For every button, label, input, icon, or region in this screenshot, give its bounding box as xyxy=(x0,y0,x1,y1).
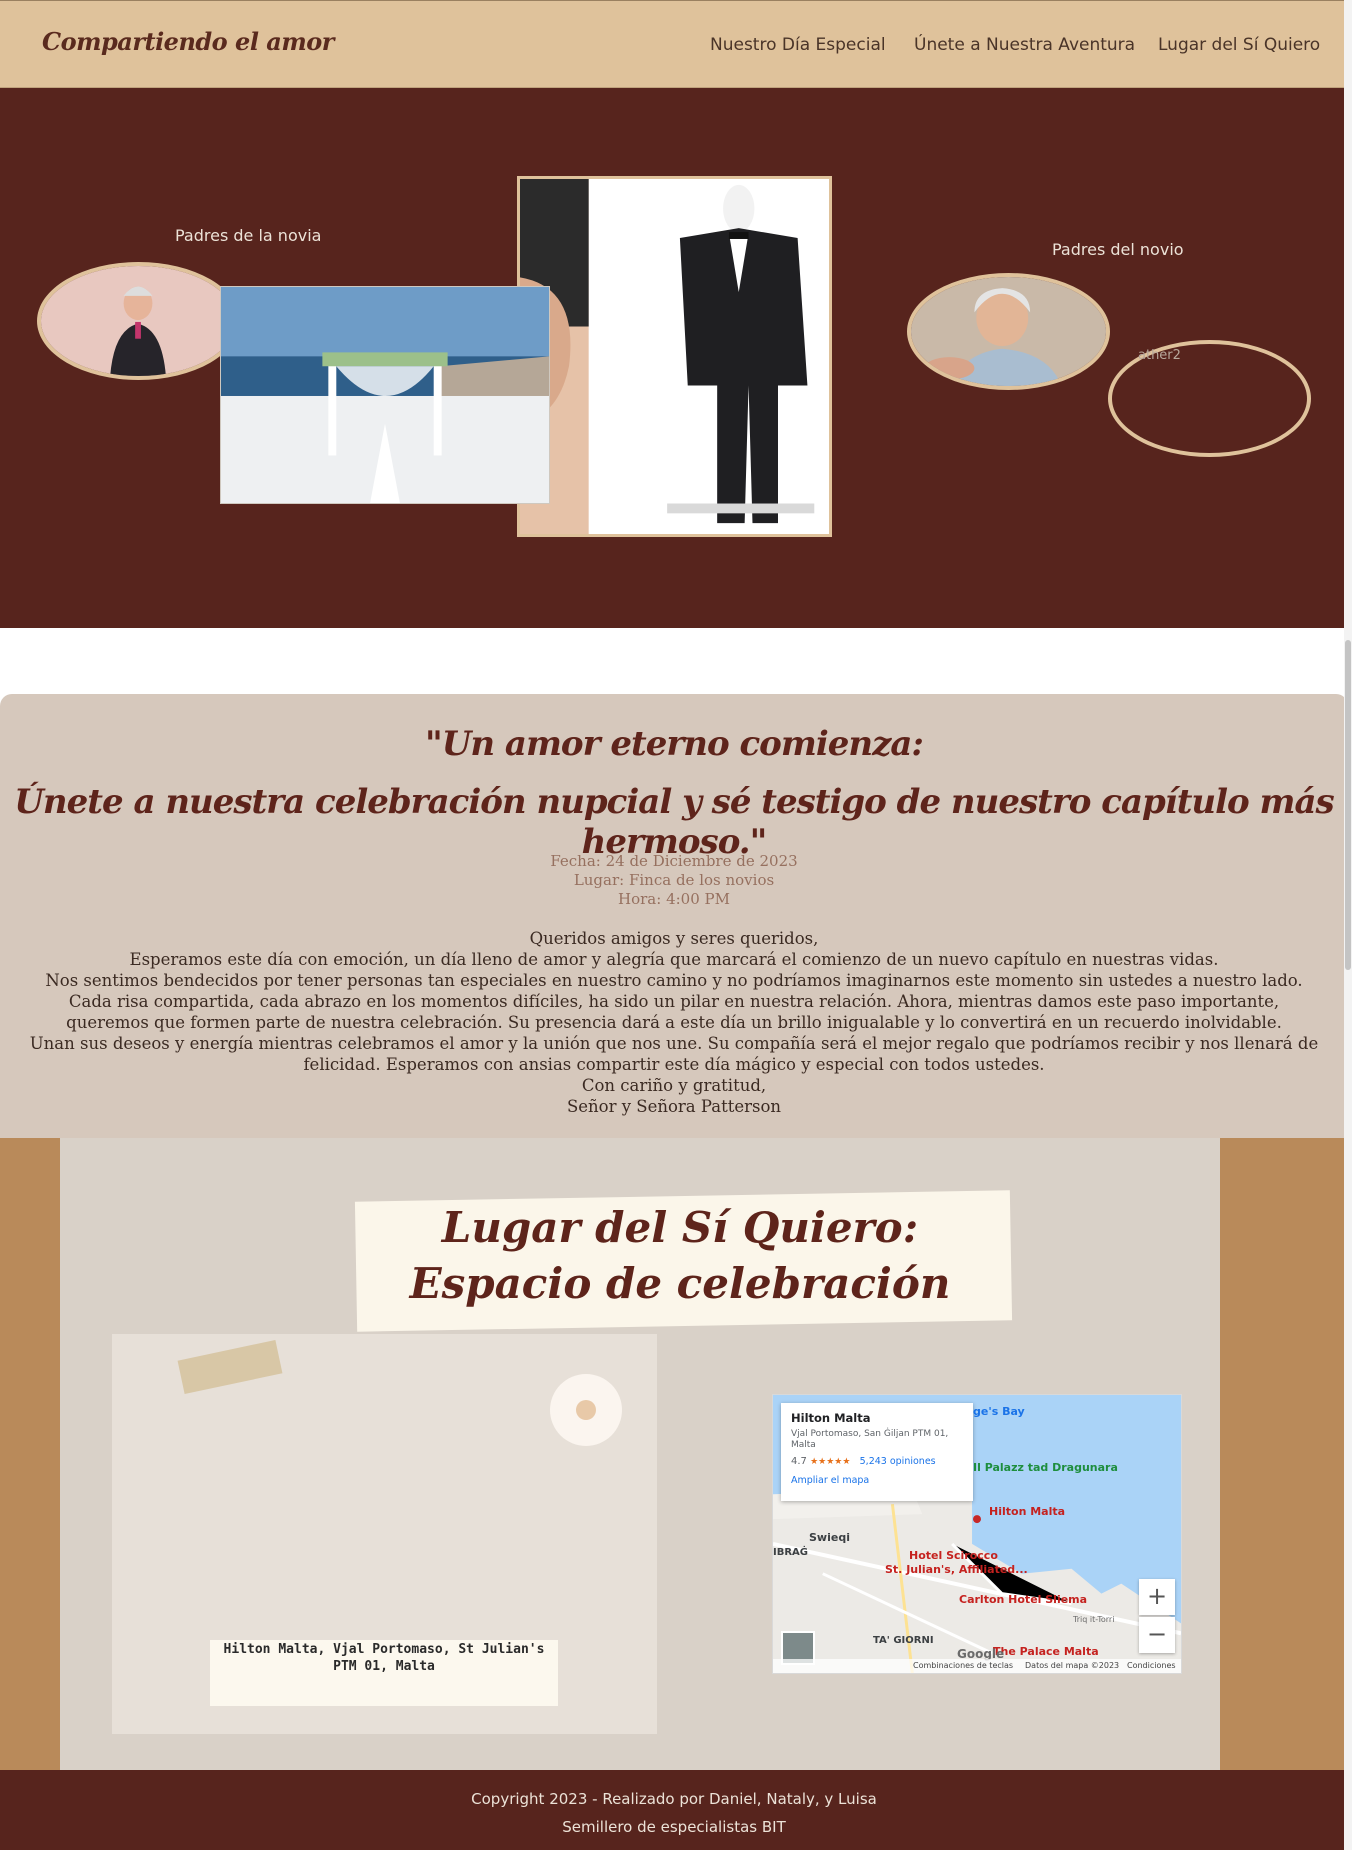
event-details: Fecha: 24 de Diciembre de 2023 Lugar: Fi… xyxy=(0,852,1348,909)
event-place: Lugar: Finca de los novios xyxy=(573,871,775,889)
nav-link-lugar[interactable]: Lugar del Sí Quiero xyxy=(1158,35,1320,55)
event-date: Fecha: 24 de Diciembre de 2023 xyxy=(550,852,798,870)
map-label-scirocco-sub: St. Julian's, Affiliated... xyxy=(885,1563,1028,1576)
map-embed[interactable]: Hilton Malta Vjal Portomaso, San Ġiljan … xyxy=(772,1394,1182,1674)
invitation-letter: Queridos amigos y seres queridos, Espera… xyxy=(28,928,1320,1117)
map-enlarge-link[interactable]: Ampliar el mapa xyxy=(791,1475,963,1486)
invitation-section: "Un amor eterno comienza: Únete a nuestr… xyxy=(0,694,1348,1138)
quote-line-2: Únete a nuestra celebración nupcial y sé… xyxy=(14,782,1334,862)
map-place-name: Hilton Malta xyxy=(791,1411,871,1425)
venue-title: Lugar del Sí Quiero: Espacio de celebrac… xyxy=(409,1203,951,1308)
letter-signature: Señor y Señora Patterson xyxy=(566,1097,782,1116)
letter-paragraph: Esperamos este día con emoción, un día l… xyxy=(129,950,1219,969)
bride-parents-title: Padres de la novia xyxy=(175,226,322,245)
map-label-ibrag: IBRAĠ xyxy=(773,1547,808,1558)
scrollbar-thumb[interactable] xyxy=(1345,640,1351,970)
event-time: Hora: 4:00 PM xyxy=(618,890,730,908)
map-data-text: Datos del mapa ©2023 xyxy=(1025,1661,1120,1670)
map-label-swieqi: Swieqi xyxy=(809,1531,850,1544)
map-label-road: Triq it-Torri xyxy=(1073,1615,1115,1624)
map-label-giorni: TA' GIORNI xyxy=(873,1635,934,1646)
map-rating-row: 4.7 ★★★★★ 5,243 opiniones xyxy=(791,1456,963,1467)
map-reviews-link[interactable]: 5,243 opiniones xyxy=(860,1456,936,1467)
flower-decoration xyxy=(550,1374,622,1446)
groom-father-photo xyxy=(907,273,1110,390)
map-zoom-out-button[interactable]: − xyxy=(1139,1617,1175,1653)
groom-parents-title: Padres del novio xyxy=(1052,240,1184,259)
parents-section: Padres de la novia Padres del novio athe… xyxy=(0,88,1352,628)
nav-link-dia-especial[interactable]: Nuestro Día Especial xyxy=(710,35,886,55)
map-address: Vjal Portomaso, San Ġiljan PTM 01, Malta xyxy=(791,1429,949,1450)
map-label-carlton: Carlton Hotel Sliema xyxy=(959,1593,1088,1606)
letter-greeting: Queridos amigos y seres queridos, xyxy=(529,929,819,948)
star-rating-icon: ★★★★★ xyxy=(810,1457,851,1467)
map-shortcuts-link[interactable]: Combinaciones de teclas xyxy=(913,1659,1013,1673)
map-footer-bar: Combinaciones de teclas Datos del mapa ©… xyxy=(773,1659,1181,1673)
navbar: Compartiendo el amor Nuestro Día Especia… xyxy=(0,0,1352,88)
map-label-palazz: Il Palazz tad Dragunara xyxy=(973,1461,1118,1474)
masking-tape-decoration xyxy=(177,1340,283,1395)
map-rating: 4.7 xyxy=(791,1456,807,1467)
map-label-hilton: Hilton Malta xyxy=(989,1505,1066,1518)
venue-photo xyxy=(220,286,550,504)
letter-paragraph: Cada risa compartida, cada abrazo en los… xyxy=(66,992,1282,1032)
letter-closing: Con cariño y gratitud, xyxy=(581,1076,767,1095)
letter-paragraph: Nos sentimos bendecidos por tener person… xyxy=(45,971,1303,990)
footer-credit: Semillero de especialistas BIT xyxy=(562,1818,786,1836)
brand-logo[interactable]: Compartiendo el amor xyxy=(42,27,334,56)
map-label-scirocco: Hotel Scirocco xyxy=(909,1549,998,1562)
page-scrollbar[interactable] xyxy=(1344,0,1352,1850)
map-zoom-in-button[interactable]: + xyxy=(1139,1579,1175,1615)
nav-link-aventura[interactable]: Únete a Nuestra Aventura xyxy=(914,35,1135,55)
map-terms-link[interactable]: Condiciones xyxy=(1127,1659,1176,1673)
bride-father-photo xyxy=(37,262,240,380)
venue-caption: Hilton Malta, Vjal Portomaso, St Julian'… xyxy=(223,1642,545,1674)
footer: Copyright 2023 - Realizado por Daniel, N… xyxy=(0,1770,1348,1850)
map-label-bay: ge's Bay xyxy=(973,1405,1025,1418)
letter-paragraph: Unan sus deseos y energía mientras celeb… xyxy=(29,1034,1319,1074)
broken-image-alt: ather2 xyxy=(1138,348,1181,363)
map-info-card: Hilton Malta Vjal Portomaso, San Ġiljan … xyxy=(781,1403,973,1501)
quote-line-1: "Un amor eterno comienza: xyxy=(425,724,924,764)
page: Compartiendo el amor Nuestro Día Especia… xyxy=(0,0,1352,1850)
map-label-palace: The Palace Malta xyxy=(993,1645,1099,1658)
footer-copyright: Copyright 2023 - Realizado por Daniel, N… xyxy=(471,1790,877,1808)
tuxedo-photo xyxy=(517,176,832,537)
